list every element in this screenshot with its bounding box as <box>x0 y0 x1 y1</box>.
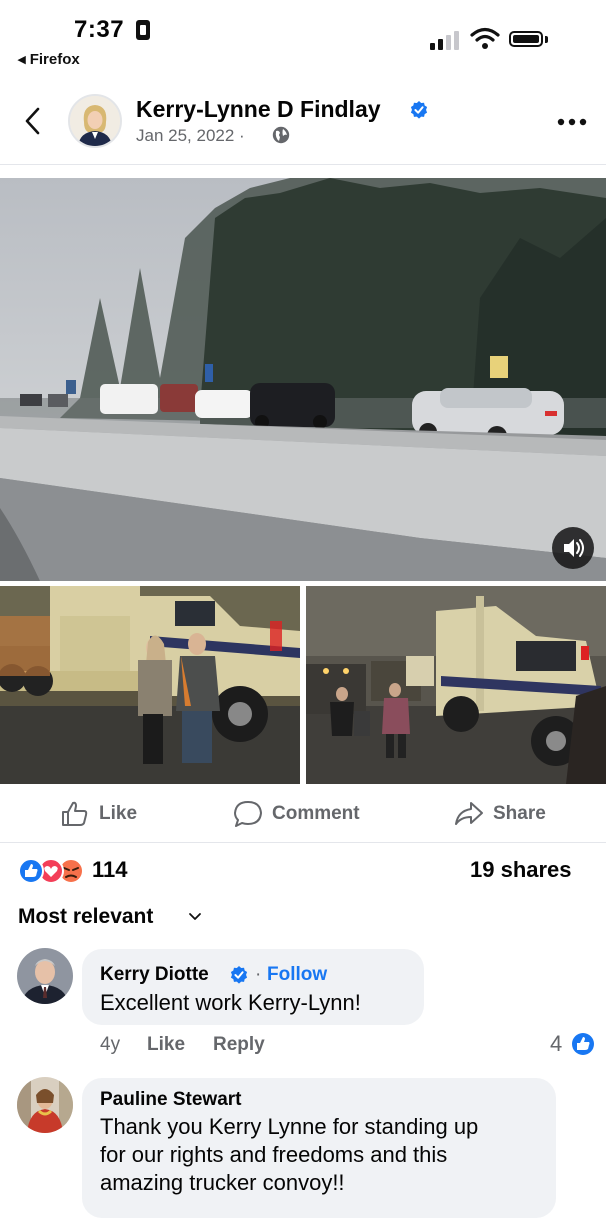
verified-badge-icon <box>410 101 428 119</box>
battery-icon <box>509 31 543 47</box>
cellular-signal-icon <box>430 31 459 50</box>
comment-author[interactable]: Kerry Diotte <box>100 964 209 986</box>
comment-author[interactable]: Pauline Stewart <box>100 1089 242 1111</box>
thumbs-up-icon <box>62 801 88 826</box>
reactions-summary-icons[interactable] <box>16 856 86 886</box>
status-time: 7:37 <box>74 16 125 43</box>
author-avatar[interactable] <box>68 94 122 148</box>
commenter-avatar[interactable] <box>17 1077 73 1133</box>
comment-label: Comment <box>272 803 360 824</box>
comment-like-count: 4 <box>550 1031 563 1056</box>
name-separator: · <box>255 964 262 985</box>
wifi-icon <box>470 27 500 49</box>
author-avatar-photo <box>70 96 120 146</box>
back-to-firefox-link[interactable]: ◂ Firefox <box>18 50 80 68</box>
divider <box>0 842 606 843</box>
like-button[interactable]: Like <box>60 796 137 832</box>
verified-badge-icon <box>230 966 248 984</box>
trucks-convoy-photo <box>306 586 606 784</box>
chevron-down-icon[interactable] <box>188 912 202 922</box>
comment-text-line: Thank you Kerry Lynne for standing up <box>100 1114 479 1139</box>
comment-like-button[interactable]: Like <box>147 1034 185 1056</box>
public-globe-icon <box>272 126 290 144</box>
share-button[interactable]: Share <box>454 796 546 832</box>
battery-tip <box>545 36 548 43</box>
like-icon <box>18 858 44 884</box>
comment-age: 4y <box>100 1034 121 1055</box>
like-label: Like <box>99 803 138 824</box>
comment-text-line: amazing trucker convoy!! <box>100 1170 345 1195</box>
truck-and-people-photo <box>0 586 300 784</box>
back-arrow-icon[interactable] <box>22 106 44 136</box>
commenter-avatar-photo <box>17 948 73 1004</box>
more-options-icon[interactable] <box>557 118 587 126</box>
follow-button[interactable]: Follow <box>267 964 327 986</box>
post-photo-right[interactable] <box>306 586 606 784</box>
like-icon <box>572 1033 594 1055</box>
post-video[interactable] <box>0 178 606 581</box>
comment-reply-button[interactable]: Reply <box>213 1034 265 1056</box>
author-name[interactable]: Kerry-Lynne D Findlay <box>136 96 381 123</box>
shares-count[interactable]: 19 shares <box>470 857 572 883</box>
reaction-icons-group <box>18 858 84 884</box>
post-photo-left[interactable] <box>0 586 300 784</box>
comment-bubble-icon <box>234 801 262 827</box>
id-badge-icon <box>136 20 150 40</box>
comment-button[interactable]: Comment <box>233 796 360 832</box>
speaker-icon <box>564 539 584 557</box>
comment-text: Excellent work Kerry-Lynn! <box>100 990 361 1015</box>
share-arrow-icon <box>455 802 483 825</box>
reaction-count[interactable]: 114 <box>92 857 128 883</box>
comment-sort-dropdown[interactable]: Most relevant <box>18 905 153 929</box>
post-date: Jan 25, 2022 · <box>136 126 245 145</box>
commenter-avatar-photo <box>17 1077 73 1133</box>
comment-text-line: for our rights and freedoms and this <box>100 1142 448 1167</box>
sound-toggle-button[interactable] <box>552 527 594 569</box>
highway-traffic-video-frame <box>0 178 606 581</box>
post-action-bar: Like Comment Share <box>0 796 606 834</box>
share-label: Share <box>493 803 546 824</box>
commenter-avatar[interactable] <box>17 948 73 1004</box>
divider <box>0 164 606 165</box>
